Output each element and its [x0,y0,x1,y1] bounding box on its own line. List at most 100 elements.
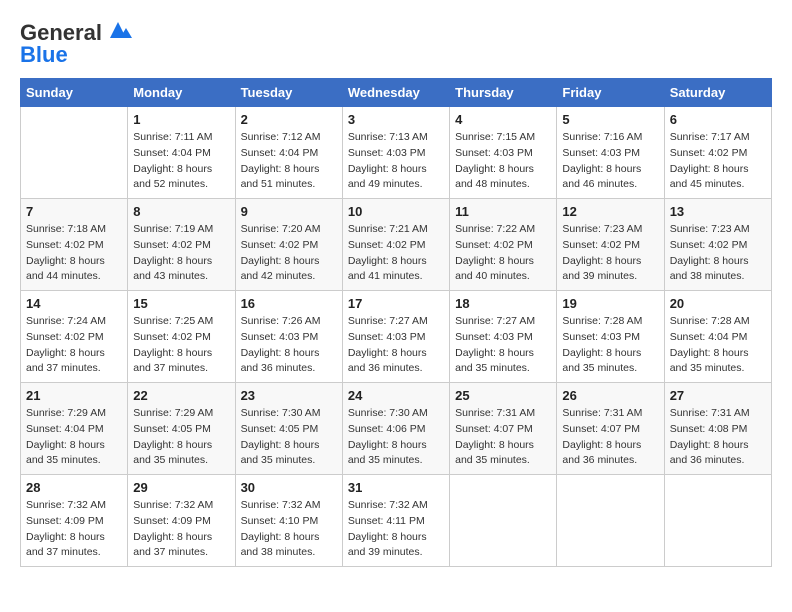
page-header: General Blue [20,20,772,68]
day-number: 20 [670,296,766,311]
day-info: Sunrise: 7:26 AMSunset: 4:03 PMDaylight:… [241,314,337,377]
day-info: Sunrise: 7:22 AMSunset: 4:02 PMDaylight:… [455,222,551,285]
day-number: 17 [348,296,444,311]
day-number: 21 [26,388,122,403]
day-info: Sunrise: 7:27 AMSunset: 4:03 PMDaylight:… [455,314,551,377]
day-info: Sunrise: 7:32 AMSunset: 4:10 PMDaylight:… [241,498,337,561]
calendar-table: SundayMondayTuesdayWednesdayThursdayFrid… [20,78,772,567]
day-number: 7 [26,204,122,219]
day-cell: 2 Sunrise: 7:12 AMSunset: 4:04 PMDaylight… [235,107,342,199]
day-cell [450,475,557,567]
day-info: Sunrise: 7:27 AMSunset: 4:03 PMDaylight:… [348,314,444,377]
day-cell: 21 Sunrise: 7:29 AMSunset: 4:04 PMDayligh… [21,383,128,475]
day-cell: 6Sunrise: 7:17 AMSunset: 4:02 PMDaylight… [664,107,771,199]
day-number: 28 [26,480,122,495]
day-info: Sunrise: 7:30 AMSunset: 4:05 PMDaylight:… [241,406,337,469]
day-cell: 12 Sunrise: 7:23 AMSunset: 4:02 PMDayligh… [557,199,664,291]
day-info: Sunrise: 7:24 AMSunset: 4:02 PMDaylight:… [26,314,122,377]
day-number: 16 [241,296,337,311]
day-info: Sunrise: 7:31 AMSunset: 4:07 PMDaylight:… [455,406,551,469]
day-number: 10 [348,204,444,219]
day-cell: 11 Sunrise: 7:22 AMSunset: 4:02 PMDayligh… [450,199,557,291]
day-number: 30 [241,480,337,495]
weekday-header-tuesday: Tuesday [235,79,342,107]
weekday-header-thursday: Thursday [450,79,557,107]
day-cell: 26 Sunrise: 7:31 AMSunset: 4:07 PMDayligh… [557,383,664,475]
week-row-1: 1Sunrise: 7:11 AMSunset: 4:04 PMDaylight… [21,107,772,199]
day-number: 8 [133,204,229,219]
week-row-4: 21 Sunrise: 7:29 AMSunset: 4:04 PMDayligh… [21,383,772,475]
day-cell: 23 Sunrise: 7:30 AMSunset: 4:05 PMDayligh… [235,383,342,475]
day-cell: 1Sunrise: 7:11 AMSunset: 4:04 PMDaylight… [128,107,235,199]
day-info: Sunrise: 7:28 AMSunset: 4:03 PMDaylight:… [562,314,658,377]
day-number: 3 [348,112,444,127]
day-number: 12 [562,204,658,219]
weekday-header-friday: Friday [557,79,664,107]
day-number: 24 [348,388,444,403]
day-info: Sunrise: 7:23 AMSunset: 4:02 PMDaylight:… [670,222,766,285]
day-cell: 20 Sunrise: 7:28 AMSunset: 4:04 PMDayligh… [664,291,771,383]
day-cell: 25 Sunrise: 7:31 AMSunset: 4:07 PMDayligh… [450,383,557,475]
day-number: 19 [562,296,658,311]
day-number: 4 [455,112,551,127]
day-number: 5 [562,112,658,127]
day-info: Sunrise: 7:32 AMSunset: 4:11 PMDaylight:… [348,498,444,561]
day-cell: 3 Sunrise: 7:13 AMSunset: 4:03 PMDaylight… [342,107,449,199]
day-number: 25 [455,388,551,403]
day-number: 11 [455,204,551,219]
day-cell [664,475,771,567]
day-info: Sunrise: 7:31 AMSunset: 4:07 PMDaylight:… [562,406,658,469]
day-cell: 8Sunrise: 7:19 AMSunset: 4:02 PMDaylight… [128,199,235,291]
day-cell: 27 Sunrise: 7:31 AMSunset: 4:08 PMDayligh… [664,383,771,475]
day-number: 2 [241,112,337,127]
week-row-3: 14 Sunrise: 7:24 AMSunset: 4:02 PMDayligh… [21,291,772,383]
day-number: 14 [26,296,122,311]
day-info: Sunrise: 7:16 AMSunset: 4:03 PMDaylight:… [562,130,658,193]
day-cell: 5 Sunrise: 7:16 AMSunset: 4:03 PMDaylight… [557,107,664,199]
day-info: Sunrise: 7:31 AMSunset: 4:08 PMDaylight:… [670,406,766,469]
day-info: Sunrise: 7:29 AMSunset: 4:05 PMDaylight:… [133,406,229,469]
day-cell: 4 Sunrise: 7:15 AMSunset: 4:03 PMDaylight… [450,107,557,199]
day-cell: 22Sunrise: 7:29 AMSunset: 4:05 PMDayligh… [128,383,235,475]
weekday-header-wednesday: Wednesday [342,79,449,107]
day-cell: 19 Sunrise: 7:28 AMSunset: 4:03 PMDayligh… [557,291,664,383]
day-cell: 13 Sunrise: 7:23 AMSunset: 4:02 PMDayligh… [664,199,771,291]
day-cell: 10 Sunrise: 7:21 AMSunset: 4:02 PMDayligh… [342,199,449,291]
day-info: Sunrise: 7:23 AMSunset: 4:02 PMDaylight:… [562,222,658,285]
day-cell [21,107,128,199]
day-info: Sunrise: 7:12 AMSunset: 4:04 PMDaylight:… [241,130,337,193]
day-cell: 24Sunrise: 7:30 AMSunset: 4:06 PMDayligh… [342,383,449,475]
week-row-5: 28 Sunrise: 7:32 AMSunset: 4:09 PMDayligh… [21,475,772,567]
day-cell: 14 Sunrise: 7:24 AMSunset: 4:02 PMDayligh… [21,291,128,383]
day-number: 23 [241,388,337,403]
day-number: 31 [348,480,444,495]
day-cell: 31 Sunrise: 7:32 AMSunset: 4:11 PMDayligh… [342,475,449,567]
day-info: Sunrise: 7:13 AMSunset: 4:03 PMDaylight:… [348,130,444,193]
day-info: Sunrise: 7:15 AMSunset: 4:03 PMDaylight:… [455,130,551,193]
day-number: 29 [133,480,229,495]
day-info: Sunrise: 7:18 AMSunset: 4:02 PMDaylight:… [26,222,122,285]
day-info: Sunrise: 7:32 AMSunset: 4:09 PMDaylight:… [26,498,122,561]
day-number: 13 [670,204,766,219]
day-number: 18 [455,296,551,311]
day-info: Sunrise: 7:28 AMSunset: 4:04 PMDaylight:… [670,314,766,377]
day-cell: 30 Sunrise: 7:32 AMSunset: 4:10 PMDayligh… [235,475,342,567]
day-number: 15 [133,296,229,311]
day-number: 6 [670,112,766,127]
day-cell: 29Sunrise: 7:32 AMSunset: 4:09 PMDayligh… [128,475,235,567]
day-cell: 9 Sunrise: 7:20 AMSunset: 4:02 PMDaylight… [235,199,342,291]
day-number: 9 [241,204,337,219]
weekday-header-monday: Monday [128,79,235,107]
week-row-2: 7 Sunrise: 7:18 AMSunset: 4:02 PMDaylight… [21,199,772,291]
day-cell [557,475,664,567]
day-cell: 28 Sunrise: 7:32 AMSunset: 4:09 PMDayligh… [21,475,128,567]
logo: General Blue [20,20,132,68]
day-info: Sunrise: 7:20 AMSunset: 4:02 PMDaylight:… [241,222,337,285]
weekday-header-saturday: Saturday [664,79,771,107]
day-info: Sunrise: 7:21 AMSunset: 4:02 PMDaylight:… [348,222,444,285]
day-info: Sunrise: 7:29 AMSunset: 4:04 PMDaylight:… [26,406,122,469]
day-number: 26 [562,388,658,403]
day-number: 27 [670,388,766,403]
day-cell: 16 Sunrise: 7:26 AMSunset: 4:03 PMDayligh… [235,291,342,383]
day-info: Sunrise: 7:11 AMSunset: 4:04 PMDaylight:… [133,130,229,193]
